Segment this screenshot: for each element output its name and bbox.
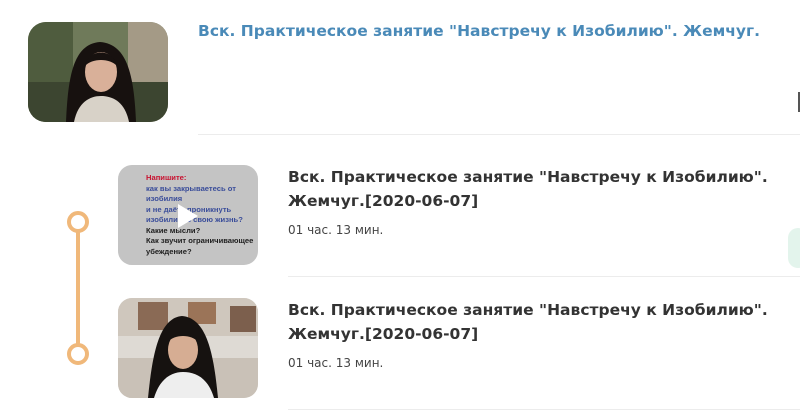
presenter-photo — [118, 298, 258, 398]
lesson-title[interactable]: Вск. Практическое занятие "Навстречу к И… — [288, 165, 768, 213]
timeline-dot — [67, 343, 89, 365]
timeline-dot — [67, 211, 89, 233]
lesson-thumbnail[interactable] — [118, 298, 258, 398]
lesson-duration: 01 час. 13 мин. — [288, 223, 384, 237]
lesson-duration: 01 час. 13 мин. — [288, 356, 384, 370]
slide-line: и не даёте проникнуть изобилию в свою жи… — [146, 204, 243, 225]
slide-text: Напишите: как вы закрываетесь от изобили… — [146, 173, 258, 257]
course-thumbnail[interactable] — [28, 22, 168, 122]
play-icon[interactable] — [170, 200, 202, 232]
course-page: Вск. Практическое занятие "Навстречу к И… — [0, 0, 800, 415]
course-title-link[interactable]: Вск. Практическое занятие "Навстречу к И… — [198, 22, 760, 40]
slide-line: изобилия — [146, 194, 183, 203]
presenter-photo — [28, 22, 168, 122]
header-divider — [198, 134, 800, 135]
slide-line: Как звучит ограничивающее — [146, 236, 254, 245]
slide-line: убеждение? — [146, 246, 192, 256]
timeline-line — [76, 222, 80, 354]
side-scroll-tab[interactable] — [788, 228, 800, 268]
lesson-divider — [288, 276, 800, 277]
slide-line: как вы закрываетесь от — [146, 183, 236, 193]
slide-line: Напишите: — [146, 173, 187, 182]
slide-line: Какие мысли? — [146, 225, 201, 235]
lesson-divider — [288, 409, 800, 410]
lesson-title[interactable]: Вск. Практическое занятие "Навстречу к И… — [288, 298, 768, 346]
